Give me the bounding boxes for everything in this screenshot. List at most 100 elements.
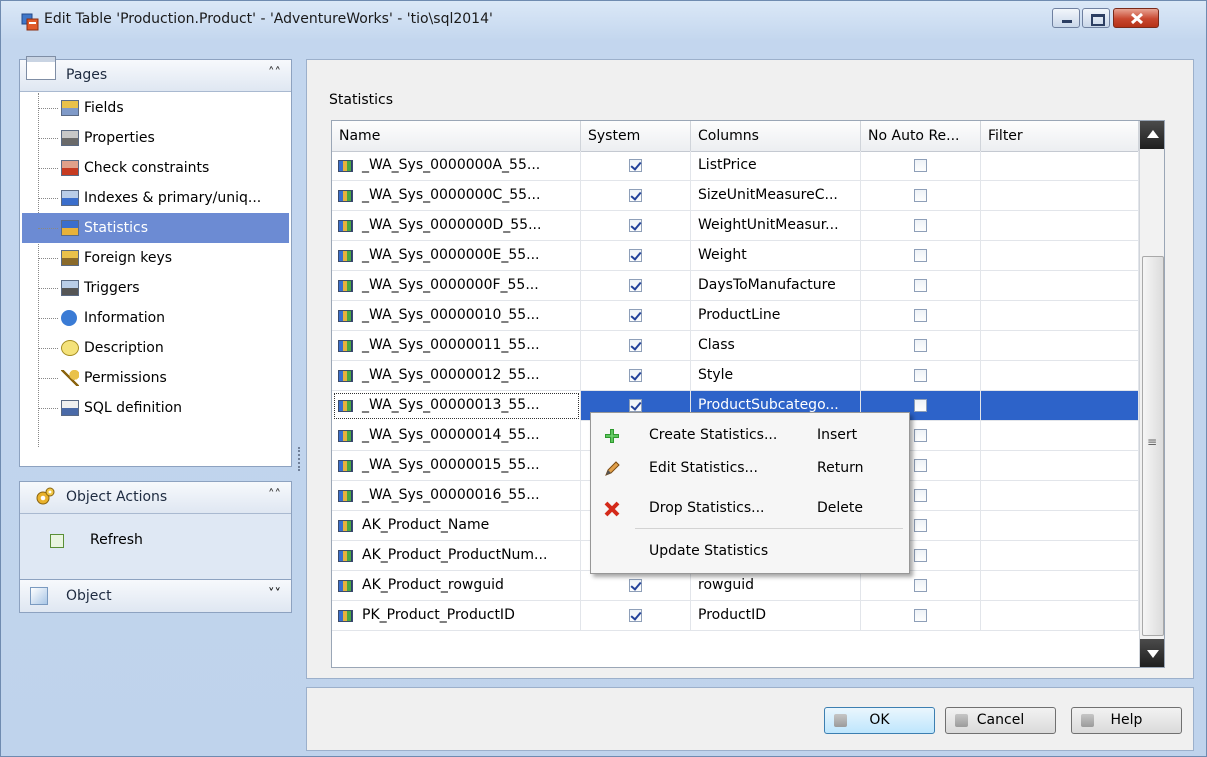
columns-cell[interactable]: ListPrice bbox=[691, 151, 861, 181]
sidebar-item-description[interactable]: Description bbox=[22, 333, 289, 363]
statistic-name-cell[interactable]: _WA_Sys_0000000A_55... bbox=[332, 151, 581, 181]
statistic-name-cell[interactable]: _WA_Sys_0000000C_55... bbox=[332, 181, 581, 211]
minimize-button[interactable] bbox=[1052, 8, 1080, 28]
table-row[interactable]: _WA_Sys_0000000A_55... ListPrice bbox=[332, 151, 1139, 181]
filter-cell[interactable] bbox=[981, 451, 1139, 481]
column-header-no-auto-re[interactable]: No Auto Re... bbox=[861, 121, 981, 151]
statistic-name-cell[interactable]: _WA_Sys_00000014_55... bbox=[332, 421, 581, 451]
sidebar-item-sql-definition[interactable]: SQL definition bbox=[22, 393, 289, 423]
statistic-name-cell[interactable]: _WA_Sys_00000015_55... bbox=[332, 451, 581, 481]
columns-cell[interactable]: ProductLine bbox=[691, 301, 861, 331]
columns-cell[interactable]: rowguid bbox=[691, 571, 861, 601]
statistic-name-cell[interactable]: AK_Product_rowguid bbox=[332, 571, 581, 601]
columns-cell[interactable]: Style bbox=[691, 361, 861, 391]
table-row[interactable]: _WA_Sys_0000000E_55... Weight bbox=[332, 241, 1139, 271]
filter-cell[interactable] bbox=[981, 331, 1139, 361]
help-button[interactable]: Help bbox=[1071, 707, 1182, 734]
menu-item-update-statistics[interactable]: Update Statistics bbox=[593, 537, 907, 567]
statistic-name-cell[interactable]: _WA_Sys_00000013_55... bbox=[332, 391, 581, 421]
no-auto-recompute-checkbox[interactable] bbox=[914, 519, 927, 532]
system-checkbox[interactable] bbox=[629, 279, 642, 292]
no-auto-recompute-checkbox[interactable] bbox=[914, 279, 927, 292]
scroll-up-button[interactable] bbox=[1140, 121, 1164, 149]
statistic-name-cell[interactable]: _WA_Sys_0000000D_55... bbox=[332, 211, 581, 241]
cancel-button[interactable]: Cancel bbox=[945, 707, 1056, 734]
statistic-name-cell[interactable]: _WA_Sys_00000011_55... bbox=[332, 331, 581, 361]
object-actions-header[interactable]: Object Actions ˄˄ bbox=[20, 482, 291, 514]
filter-cell[interactable] bbox=[981, 421, 1139, 451]
expand-chevron-icon[interactable]: ˅˅ bbox=[268, 587, 281, 602]
columns-cell[interactable]: SizeUnitMeasureC... bbox=[691, 181, 861, 211]
sidebar-item-indexes-primary-uniq[interactable]: Indexes & primary/uniq... bbox=[22, 183, 289, 213]
column-header-columns[interactable]: Columns bbox=[691, 121, 861, 151]
columns-cell[interactable]: ProductID bbox=[691, 601, 861, 631]
menu-item-edit-statistics[interactable]: Edit Statistics... Return bbox=[593, 454, 907, 484]
columns-cell[interactable]: WeightUnitMeasur... bbox=[691, 211, 861, 241]
filter-cell[interactable] bbox=[981, 391, 1139, 421]
no-auto-recompute-checkbox[interactable] bbox=[914, 549, 927, 562]
scroll-down-button[interactable] bbox=[1140, 639, 1164, 667]
sidebar-item-permissions[interactable]: Permissions bbox=[22, 363, 289, 393]
system-checkbox[interactable] bbox=[629, 399, 642, 412]
filter-cell[interactable] bbox=[981, 541, 1139, 571]
system-checkbox[interactable] bbox=[629, 339, 642, 352]
system-checkbox[interactable] bbox=[629, 159, 642, 172]
statistic-name-cell[interactable]: _WA_Sys_0000000F_55... bbox=[332, 271, 581, 301]
filter-cell[interactable] bbox=[981, 481, 1139, 511]
filter-cell[interactable] bbox=[981, 571, 1139, 601]
sidebar-item-foreign-keys[interactable]: Foreign keys bbox=[22, 243, 289, 273]
filter-cell[interactable] bbox=[981, 301, 1139, 331]
collapse-chevron-icon[interactable]: ˄˄ bbox=[268, 66, 281, 81]
collapse-chevron-icon[interactable]: ˄˄ bbox=[268, 488, 281, 503]
table-row[interactable]: _WA_Sys_00000012_55... Style bbox=[332, 361, 1139, 391]
sidebar-item-check-constraints[interactable]: Check constraints bbox=[22, 153, 289, 183]
filter-cell[interactable] bbox=[981, 181, 1139, 211]
no-auto-recompute-checkbox[interactable] bbox=[914, 369, 927, 382]
sidebar-item-fields[interactable]: Fields bbox=[22, 93, 289, 123]
pages-panel-header[interactable]: Pages ˄˄ bbox=[20, 56, 291, 92]
filter-cell[interactable] bbox=[981, 271, 1139, 301]
statistics-grid[interactable]: Name System Columns No Auto Re... Filter _WA… bbox=[331, 120, 1165, 668]
statistic-name-cell[interactable]: _WA_Sys_00000010_55... bbox=[332, 301, 581, 331]
no-auto-recompute-checkbox[interactable] bbox=[914, 339, 927, 352]
filter-cell[interactable] bbox=[981, 601, 1139, 631]
sidebar-item-information[interactable]: Information bbox=[22, 303, 289, 333]
filter-cell[interactable] bbox=[981, 511, 1139, 541]
menu-item-create-statistics[interactable]: Create Statistics... Insert bbox=[593, 421, 907, 451]
no-auto-recompute-checkbox[interactable] bbox=[914, 579, 927, 592]
close-button[interactable] bbox=[1113, 8, 1159, 28]
object-panel-header[interactable]: Object ˅˅ bbox=[19, 579, 292, 613]
statistic-name-cell[interactable]: AK_Product_ProductNum... bbox=[332, 541, 581, 571]
no-auto-recompute-checkbox[interactable] bbox=[914, 489, 927, 502]
table-row[interactable]: _WA_Sys_0000000F_55... DaysToManufacture bbox=[332, 271, 1139, 301]
menu-item-drop-statistics[interactable]: Drop Statistics... Delete bbox=[593, 494, 907, 524]
column-header-system[interactable]: System bbox=[581, 121, 691, 151]
columns-cell[interactable]: Weight bbox=[691, 241, 861, 271]
filter-cell[interactable] bbox=[981, 241, 1139, 271]
system-checkbox[interactable] bbox=[629, 609, 642, 622]
filter-cell[interactable] bbox=[981, 151, 1139, 181]
statistic-name-cell[interactable]: _WA_Sys_0000000E_55... bbox=[332, 241, 581, 271]
statistic-name-cell[interactable]: PK_Product_ProductID bbox=[332, 601, 581, 631]
table-row[interactable]: PK_Product_ProductID ProductID bbox=[332, 601, 1139, 631]
no-auto-recompute-checkbox[interactable] bbox=[914, 309, 927, 322]
title-bar[interactable]: Edit Table 'Production.Product' - 'Adven… bbox=[1, 1, 1206, 39]
table-row[interactable]: AK_Product_rowguid rowguid bbox=[332, 571, 1139, 601]
system-checkbox[interactable] bbox=[629, 309, 642, 322]
no-auto-recompute-checkbox[interactable] bbox=[914, 249, 927, 262]
system-checkbox[interactable] bbox=[629, 189, 642, 202]
refresh-action[interactable]: Refresh bbox=[20, 526, 291, 556]
columns-cell[interactable]: DaysToManufacture bbox=[691, 271, 861, 301]
filter-cell[interactable] bbox=[981, 211, 1139, 241]
sidebar-item-statistics[interactable]: Statistics bbox=[22, 213, 289, 243]
statistic-name-cell[interactable]: AK_Product_Name bbox=[332, 511, 581, 541]
table-row[interactable]: _WA_Sys_0000000C_55... SizeUnitMeasureC..… bbox=[332, 181, 1139, 211]
no-auto-recompute-checkbox[interactable] bbox=[914, 189, 927, 202]
scroll-thumb[interactable] bbox=[1142, 256, 1164, 636]
filter-cell[interactable] bbox=[981, 361, 1139, 391]
table-row[interactable]: _WA_Sys_00000010_55... ProductLine bbox=[332, 301, 1139, 331]
panel-splitter[interactable] bbox=[296, 59, 302, 749]
system-checkbox[interactable] bbox=[629, 369, 642, 382]
table-row[interactable]: _WA_Sys_00000011_55... Class bbox=[332, 331, 1139, 361]
no-auto-recompute-checkbox[interactable] bbox=[914, 399, 927, 412]
